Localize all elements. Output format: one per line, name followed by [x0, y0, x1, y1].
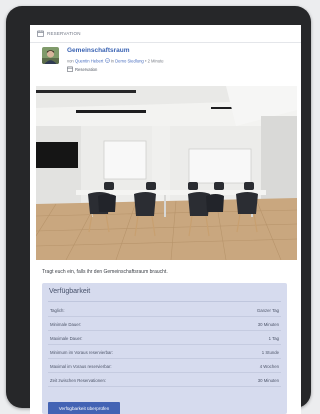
post-header: Gemeinschaftsraum von Quentin Hebert in … — [30, 43, 301, 87]
calendar-icon — [37, 30, 44, 37]
row-value: Ganzer Tag — [256, 307, 279, 313]
room-photo[interactable] — [36, 86, 297, 260]
check-badge-icon — [104, 58, 110, 63]
avatar[interactable] — [42, 47, 59, 64]
post-title[interactable]: Gemeinschaftsraum — [67, 47, 130, 54]
reservation-tag[interactable]: Reservation — [67, 66, 97, 72]
space-link[interactable]: Demo Siedlung — [115, 59, 144, 64]
availability-row: Minimale Dauer: 30 Minuten — [48, 318, 281, 331]
row-label: Minimale Dauer: — [50, 321, 82, 327]
availability-row: Maximal im Voraus reservierbar: 4 Wochen — [48, 360, 281, 373]
screen: RESERVATION Gemeinschaftsraum von Quenti… — [30, 25, 301, 414]
section-header: RESERVATION — [30, 25, 301, 43]
post-meta: von Quentin Hebert in Demo Siedlung • 2 … — [67, 58, 164, 64]
post-time: • 2 Minute — [144, 58, 164, 64]
check-availability-button[interactable]: Verfügbarkeit überprüfen — [48, 402, 120, 414]
calendar-icon — [67, 66, 73, 72]
meta-prefix: von — [67, 58, 74, 64]
availability-row: Zeit zwischen Reservationen: 30 Minuten — [48, 374, 281, 387]
author-link[interactable]: Quentin Hebert — [75, 59, 103, 64]
availability-row: Maximale Dauer: 1 Tag — [48, 332, 281, 345]
row-label: Minimum im Voraus reservierbar: — [50, 349, 114, 355]
availability-card: Verfügbarkeit Taglich: Ganzer Tag Minima… — [42, 283, 287, 414]
availability-row: Taglich: Ganzer Tag — [48, 304, 281, 317]
row-value: 1 Tag — [268, 335, 279, 341]
row-value: 4 Wochen — [259, 363, 279, 369]
tag-label: Reservation — [75, 66, 98, 72]
availability-title: Verfügbarkeit — [49, 288, 91, 295]
row-label: Maximale Dauer: — [50, 335, 83, 341]
meta-in: in — [110, 58, 114, 64]
section-label: RESERVATION — [47, 31, 81, 36]
row-value: 1 Stunde — [261, 349, 279, 355]
divider — [48, 301, 281, 302]
availability-row: Minimum im Voraus reservierbar: 1 Stunde — [48, 346, 281, 359]
row-value: 30 Minuten — [257, 377, 279, 383]
description-text: Tragt euch ein, falls ihr den Gemeinscha… — [42, 269, 168, 275]
tablet-frame: RESERVATION Gemeinschaftsraum von Quenti… — [6, 6, 311, 414]
row-label: Maximal im Voraus reservierbar: — [50, 363, 112, 369]
row-value: 30 Minuten — [257, 321, 279, 327]
row-label: Zeit zwischen Reservationen: — [50, 377, 107, 383]
row-label: Taglich: — [50, 307, 65, 313]
